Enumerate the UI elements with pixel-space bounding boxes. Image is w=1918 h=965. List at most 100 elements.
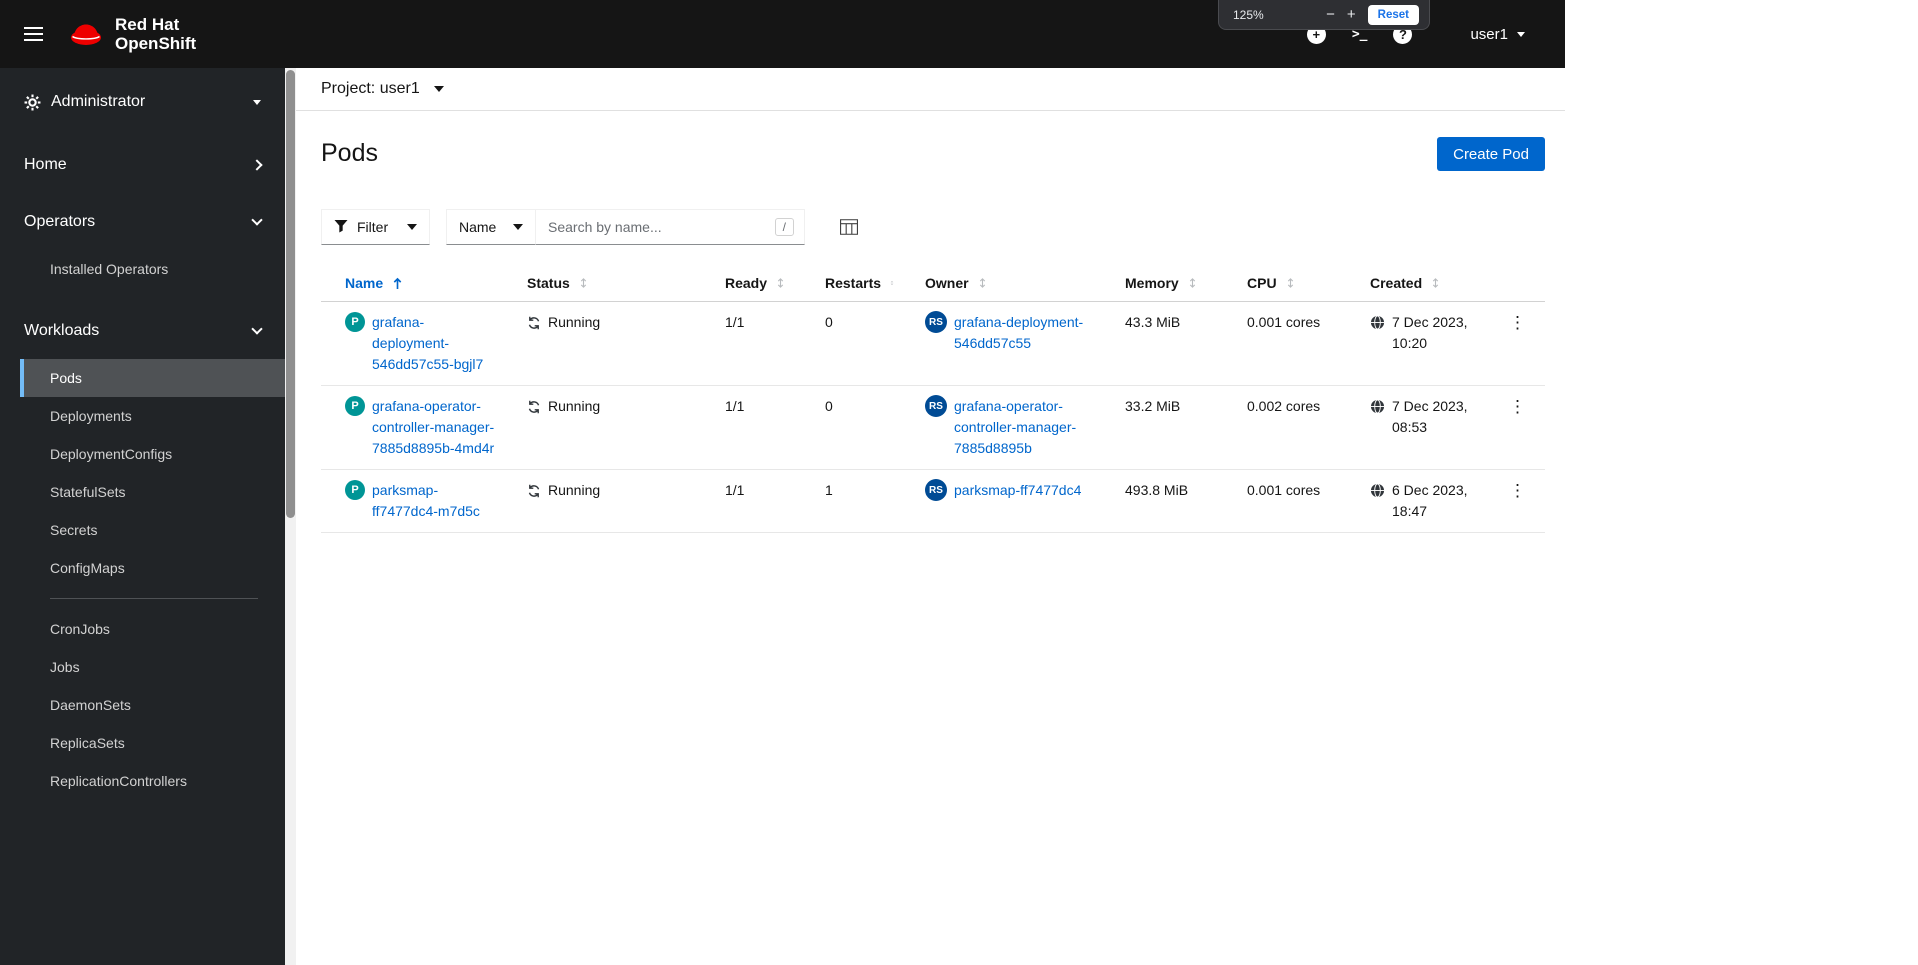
openshift-console: Red Hat OpenShift + >_ ? user1 125% − + … bbox=[0, 0, 1918, 965]
ready-cell: 1/1 bbox=[725, 398, 745, 414]
cpu-cell: 0.001 cores bbox=[1247, 482, 1321, 498]
restarts-cell: 0 bbox=[825, 314, 833, 330]
sort-ascending-icon bbox=[392, 276, 403, 291]
search-input[interactable] bbox=[546, 218, 769, 236]
scrollbar-thumb[interactable] bbox=[286, 70, 295, 518]
memory-cell: 33.2 MiB bbox=[1125, 398, 1181, 414]
column-header-status[interactable]: Status bbox=[512, 267, 710, 301]
chevron-down-icon bbox=[253, 99, 261, 105]
ready-cell: 1/1 bbox=[725, 482, 745, 498]
kebab-menu-button[interactable]: ⋮ bbox=[1503, 312, 1532, 333]
zoom-out-button[interactable]: − bbox=[1320, 7, 1341, 22]
column-label: CPU bbox=[1247, 275, 1277, 291]
project-bar: Project: user1 bbox=[296, 68, 1565, 111]
brand-line2: OpenShift bbox=[115, 34, 197, 53]
memory-cell: 493.8 MiB bbox=[1125, 482, 1189, 498]
sidebar-item-cronjobs[interactable]: CronJobs bbox=[20, 610, 285, 648]
sidebar-scrollbar[interactable] bbox=[285, 68, 296, 965]
brand[interactable]: Red Hat OpenShift bbox=[67, 15, 196, 53]
column-header-created[interactable]: Created bbox=[1355, 267, 1490, 301]
pod-badge: P bbox=[345, 312, 365, 332]
status-cell: Running bbox=[512, 396, 710, 417]
sidebar-item-configmaps[interactable]: ConfigMaps bbox=[20, 549, 285, 587]
kebab-menu-button[interactable]: ⋮ bbox=[1503, 480, 1532, 501]
globe-icon bbox=[1370, 399, 1385, 414]
chevron-down-icon bbox=[433, 86, 444, 92]
replicaset-badge: RS bbox=[925, 479, 947, 501]
brand-text: Red Hat OpenShift bbox=[115, 15, 196, 53]
perspective-switcher[interactable]: Administrator bbox=[0, 68, 285, 136]
sidebar-item-pods[interactable]: Pods bbox=[20, 359, 285, 397]
owner-link[interactable]: grafana-deployment-546dd57c55 bbox=[954, 312, 1094, 354]
sidebar-item-replicasets[interactable]: ReplicaSets bbox=[20, 724, 285, 762]
sidebar-item-secrets[interactable]: Secrets bbox=[20, 511, 285, 549]
browser-zoom-popup: 125% − + Reset bbox=[1218, 0, 1430, 30]
columns-icon bbox=[840, 219, 858, 235]
nav-toggle-button[interactable] bbox=[14, 13, 53, 55]
column-header-name[interactable]: Name bbox=[321, 267, 512, 301]
column-header-ready[interactable]: Ready bbox=[710, 267, 810, 301]
sidebar-item-daemonsets[interactable]: DaemonSets bbox=[20, 686, 285, 724]
actions-cell: ⋮ bbox=[1490, 396, 1545, 417]
zoom-reset-button[interactable]: Reset bbox=[1367, 4, 1419, 25]
created-time: 18:47 bbox=[1392, 503, 1428, 519]
manage-columns-button[interactable] bbox=[836, 215, 862, 239]
search-attribute-dropdown[interactable]: Name bbox=[446, 209, 536, 245]
create-pod-button[interactable]: Create Pod bbox=[1437, 137, 1545, 171]
column-header-restarts[interactable]: Restarts bbox=[810, 267, 910, 301]
gear-icon bbox=[24, 94, 41, 111]
pod-badge: P bbox=[345, 480, 365, 500]
project-selector[interactable]: Project: user1 bbox=[321, 80, 444, 98]
owner-link[interactable]: parksmap-ff7477dc4 bbox=[954, 480, 1081, 501]
nav-label: Pods bbox=[50, 370, 82, 386]
sidebar-item-operators[interactable]: Operators bbox=[0, 193, 285, 250]
sidebar-item-deploymentconfigs[interactable]: DeploymentConfigs bbox=[20, 435, 285, 473]
pod-link[interactable]: grafana-operator-controller-manager-7885… bbox=[372, 396, 496, 459]
pod-row: P grafana-deployment-546dd57c55-bgjl7 Ru… bbox=[321, 302, 1545, 386]
sidebar-item-replicationcontrollers[interactable]: ReplicationControllers bbox=[20, 762, 285, 800]
owner-link[interactable]: grafana-operator-controller-manager-7885… bbox=[954, 396, 1094, 459]
pod-badge: P bbox=[345, 396, 365, 416]
sidebar-item-workloads[interactable]: Workloads bbox=[0, 302, 285, 359]
column-header-cpu[interactable]: CPU bbox=[1232, 267, 1355, 301]
sidebar-item-statefulsets[interactable]: StatefulSets bbox=[20, 473, 285, 511]
sort-icon bbox=[776, 276, 785, 290]
nav-label: Secrets bbox=[50, 522, 98, 538]
created-cell: 7 Dec 2023, 08:53 bbox=[1355, 396, 1490, 438]
sort-icon bbox=[1188, 276, 1197, 290]
kebab-menu-button[interactable]: ⋮ bbox=[1503, 396, 1532, 417]
sidebar-item-jobs[interactable]: Jobs bbox=[20, 648, 285, 686]
created-time: 10:20 bbox=[1392, 335, 1428, 351]
created-date: 6 Dec 2023, bbox=[1392, 482, 1468, 498]
user-menu[interactable]: user1 bbox=[1464, 25, 1531, 44]
actions-cell: ⋮ bbox=[1490, 312, 1545, 333]
ready-cell: 1/1 bbox=[725, 314, 745, 330]
chevron-down-icon bbox=[251, 322, 263, 335]
pod-link[interactable]: grafana-deployment-546dd57c55-bgjl7 bbox=[372, 312, 496, 375]
column-header-memory[interactable]: Memory bbox=[1110, 267, 1232, 301]
created-cell: 7 Dec 2023, 10:20 bbox=[1355, 312, 1490, 354]
cpu-cell: 0.002 cores bbox=[1247, 398, 1321, 414]
column-header-owner[interactable]: Owner bbox=[910, 267, 1110, 301]
chevron-down-icon bbox=[407, 224, 417, 230]
project-selector-label: Project: user1 bbox=[321, 80, 420, 97]
restarts-cell: 1 bbox=[825, 482, 833, 498]
column-header-actions bbox=[1490, 267, 1545, 301]
search-box: / bbox=[535, 209, 805, 245]
pod-link[interactable]: parksmap-ff7477dc4-m7d5c bbox=[372, 480, 496, 522]
filter-dropdown-label: Filter bbox=[357, 219, 389, 235]
sidebar-item-home[interactable]: Home bbox=[0, 136, 285, 193]
zoom-in-button[interactable]: + bbox=[1341, 7, 1362, 22]
owner-cell: RS grafana-operator-controller-manager-7… bbox=[910, 395, 1110, 459]
nav-label: ReplicationControllers bbox=[50, 773, 187, 789]
filter-dropdown[interactable]: Filter bbox=[321, 209, 430, 245]
status-cell: Running bbox=[512, 480, 710, 501]
column-label: Restarts bbox=[825, 275, 882, 291]
sidebar-item-deployments[interactable]: Deployments bbox=[20, 397, 285, 435]
search-shortcut-key: / bbox=[774, 218, 794, 236]
status-text: Running bbox=[548, 398, 601, 414]
chevron-right-icon bbox=[251, 158, 263, 171]
pod-row: P grafana-operator-controller-manager-78… bbox=[321, 386, 1545, 470]
sidebar-item-installed-operators[interactable]: Installed Operators bbox=[20, 250, 285, 288]
nav-label: Operators bbox=[24, 212, 96, 230]
